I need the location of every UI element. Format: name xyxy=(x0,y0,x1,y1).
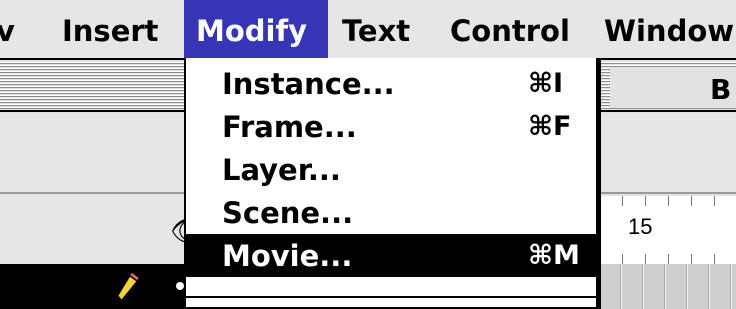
menu-item-shortcut: ⌘I xyxy=(528,68,564,99)
menu-item-frame[interactable]: Frame... ⌘F xyxy=(186,105,596,148)
window-title-area: B xyxy=(610,68,736,108)
menu-item-movie[interactable]: Movie... ⌘M xyxy=(186,234,596,277)
menu-item-label: Instance... xyxy=(222,67,395,101)
ruler-frame-label: 15 xyxy=(628,214,653,239)
menu-item-instance[interactable]: Instance... ⌘I xyxy=(186,62,596,105)
layer-dot xyxy=(176,282,184,290)
menu-item-label: Movie... xyxy=(222,239,353,273)
layer-row[interactable] xyxy=(0,264,186,309)
menu-text[interactable]: Text xyxy=(330,0,422,58)
menu-divider xyxy=(186,296,596,298)
menu-modify[interactable]: Modify xyxy=(184,0,328,58)
layer-header xyxy=(0,196,186,264)
pencil-icon[interactable] xyxy=(112,270,142,304)
menu-item-layer[interactable]: Layer... xyxy=(186,148,596,191)
ruler-ticks xyxy=(600,254,736,264)
menu-bar: v Insert Modify Text Control Window xyxy=(0,0,736,60)
menu-item-scene[interactable]: Scene... xyxy=(186,191,596,234)
menu-item-shortcut: ⌘M xyxy=(528,240,580,271)
menu-item-label: Layer... xyxy=(222,153,341,187)
timeline-frames[interactable] xyxy=(598,264,736,309)
menu-item-label: Frame... xyxy=(222,110,357,144)
window-title: B xyxy=(710,73,732,106)
menu-control[interactable]: Control xyxy=(438,0,582,58)
modify-dropdown-menu: Instance... ⌘I Frame... ⌘F Layer... Scen… xyxy=(184,58,598,309)
menu-view[interactable]: v xyxy=(0,0,27,58)
menu-window[interactable]: Window xyxy=(592,0,736,58)
menu-item-label: Scene... xyxy=(222,196,354,230)
menu-insert[interactable]: Insert xyxy=(50,0,171,58)
menu-item-shortcut: ⌘F xyxy=(528,111,572,142)
